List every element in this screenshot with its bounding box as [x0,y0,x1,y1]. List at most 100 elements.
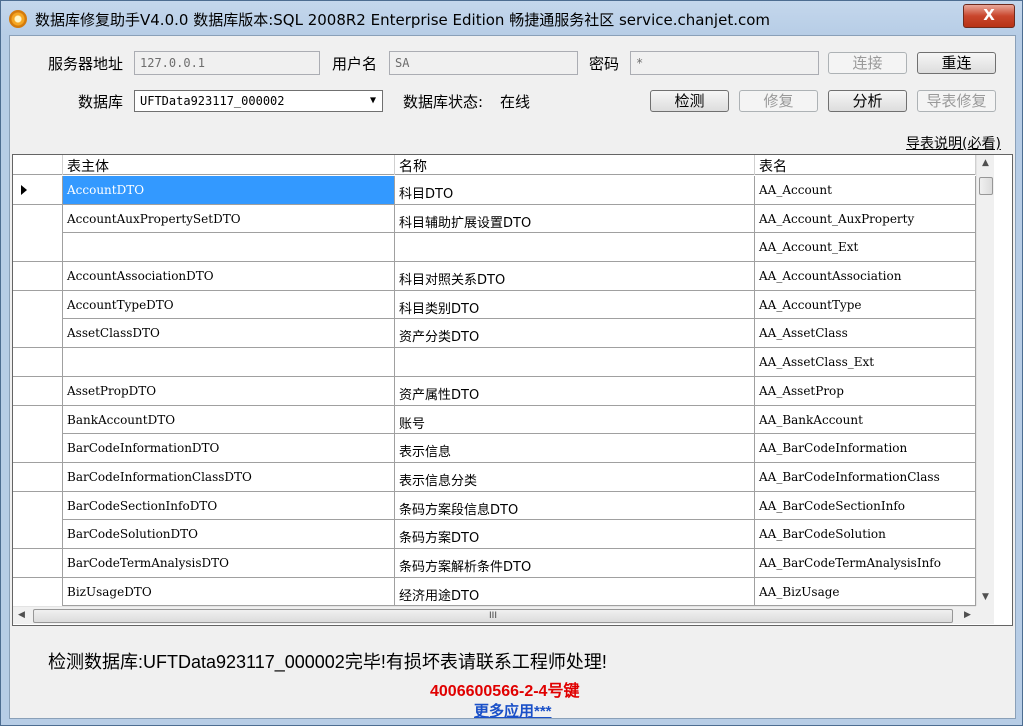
name-cell[interactable]: 条码方案段信息DTO [395,491,755,520]
table-cell[interactable]: AA_BarCodeTermAnalysisInfo [755,548,976,577]
title-bar[interactable]: 数据库修复助手V4.0.0 数据库版本:SQL 2008R2 Enterpris… [1,1,1022,35]
name-cell[interactable]: 科目类别DTO [395,290,755,319]
scroll-down-arrow-icon[interactable]: ▼ [977,589,994,606]
entity-cell[interactable]: BizUsageDTO [63,577,395,606]
table-row[interactable]: AssetClassDTO 资产分类DTO AA_AssetClass [13,319,976,349]
table-cell[interactable]: AA_BarCodeSolution [755,520,976,549]
entity-cell[interactable]: BarCodeSolutionDTO [63,520,395,549]
name-cell[interactable]: 资产属性DTO [395,376,755,405]
row-header[interactable] [13,290,63,319]
grid-header-table[interactable]: 表名 [755,155,976,175]
table-row[interactable]: BankAccountDTO 账号 AA_BankAccount [13,405,976,435]
table-row[interactable]: BizUsageDTO 经济用途DTO AA_BizUsage [13,577,976,606]
grid-header-entity[interactable]: 表主体 [63,155,395,175]
repair-button[interactable]: 修复 [739,90,818,112]
row-header[interactable] [13,204,63,233]
scroll-left-arrow-icon[interactable]: ◀ [13,607,30,624]
close-button[interactable]: X [963,4,1015,28]
import-repair-button[interactable]: 导表修复 [917,90,996,112]
row-header[interactable] [13,577,63,606]
entity-cell[interactable] [63,233,395,262]
row-header[interactable] [13,176,63,204]
horizontal-scroll-thumb[interactable]: III [33,609,953,623]
name-cell[interactable]: 表示信息分类 [395,462,755,491]
name-cell[interactable] [395,233,755,262]
detect-button[interactable]: 检测 [650,90,729,112]
entity-cell[interactable]: AccountAuxPropertySetDTO [63,204,395,233]
entity-cell[interactable]: BankAccountDTO [63,405,395,434]
table-cell[interactable]: AA_AccountAssociation [755,262,976,291]
row-header[interactable] [13,462,63,491]
name-cell[interactable]: 账号 [395,405,755,434]
name-cell[interactable]: 条码方案DTO [395,520,755,549]
table-cell[interactable]: AA_Account_AuxProperty [755,204,976,233]
analyze-button[interactable]: 分析 [828,90,907,112]
horizontal-scrollbar[interactable]: ◀ III ▶ [13,606,976,624]
database-select[interactable]: UFTData923117_000002 ▼ [134,90,383,112]
name-cell[interactable]: 经济用途DTO [395,577,755,606]
row-header[interactable] [13,233,63,262]
more-apps-link[interactable]: 更多应用*** [474,700,552,721]
row-header[interactable] [13,405,63,434]
name-cell[interactable]: 科目DTO [395,176,755,204]
name-cell[interactable]: 表示信息 [395,434,755,463]
row-header[interactable] [13,520,63,549]
vertical-scroll-thumb[interactable] [979,177,993,195]
table-row[interactable]: BarCodeInformationClassDTO 表示信息分类 AA_Bar… [13,462,976,492]
table-row[interactable]: BarCodeTermAnalysisDTO 条码方案解析条件DTO AA_Ba… [13,548,976,578]
table-cell[interactable]: AA_BizUsage [755,577,976,606]
row-header[interactable] [13,319,63,348]
entity-cell[interactable]: AccountDTO [63,176,395,204]
table-cell[interactable]: AA_AssetClass [755,319,976,348]
row-header[interactable] [13,376,63,405]
entity-cell[interactable]: AssetClassDTO [63,319,395,348]
table-cell[interactable]: AA_BarCodeInformationClass [755,462,976,491]
import-help-link[interactable]: 导表说明(必看) [906,133,1001,153]
entity-cell[interactable]: BarCodeTermAnalysisDTO [63,548,395,577]
name-cell[interactable] [395,348,755,377]
password-input[interactable]: * [630,51,819,75]
row-header[interactable] [13,434,63,463]
scroll-right-arrow-icon[interactable]: ▶ [959,607,976,624]
table-cell[interactable]: AA_BarCodeInformation [755,434,976,463]
row-header[interactable] [13,262,63,291]
scroll-up-arrow-icon[interactable]: ▲ [977,155,994,172]
name-cell[interactable]: 科目对照关系DTO [395,262,755,291]
name-cell[interactable]: 条码方案解析条件DTO [395,548,755,577]
vertical-scrollbar[interactable]: ▲ ▼ [976,155,994,606]
row-header[interactable] [13,348,63,377]
username-input[interactable]: SA [389,51,578,75]
grid-header-name[interactable]: 名称 [395,155,755,175]
connect-button[interactable]: 连接 [828,52,907,74]
table-cell[interactable]: AA_BankAccount [755,405,976,434]
table-cell[interactable]: AA_BarCodeSectionInfo [755,491,976,520]
entity-cell[interactable]: AccountTypeDTO [63,290,395,319]
server-address-input[interactable]: 127.0.0.1 [134,51,320,75]
name-cell[interactable]: 科目辅助扩展设置DTO [395,204,755,233]
table-cell[interactable]: AA_AssetProp [755,376,976,405]
row-header[interactable] [13,548,63,577]
table-row[interactable]: AssetPropDTO 资产属性DTO AA_AssetProp [13,376,976,406]
name-cell[interactable]: 资产分类DTO [395,319,755,348]
reconnect-button[interactable]: 重连 [917,52,996,74]
entity-cell[interactable]: BarCodeInformationDTO [63,434,395,463]
table-row[interactable]: BarCodeSectionInfoDTO 条码方案段信息DTO AA_BarC… [13,491,976,521]
table-row[interactable]: AccountTypeDTO 科目类别DTO AA_AccountType [13,290,976,320]
table-row[interactable]: AccountDTO 科目DTO AA_Account [13,176,976,205]
entity-cell[interactable]: BarCodeInformationClassDTO [63,462,395,491]
table-row[interactable]: AA_Account_Ext [13,233,976,263]
table-row[interactable]: BarCodeInformationDTO 表示信息 AA_BarCodeInf… [13,434,976,463]
row-header[interactable] [13,491,63,520]
table-cell[interactable]: AA_AccountType [755,290,976,319]
table-row[interactable]: BarCodeSolutionDTO 条码方案DTO AA_BarCodeSol… [13,520,976,549]
table-cell[interactable]: AA_Account_Ext [755,233,976,262]
table-cell[interactable]: AA_Account [755,176,976,204]
entity-cell[interactable]: AccountAssociationDTO [63,262,395,291]
entity-cell[interactable] [63,348,395,377]
table-cell[interactable]: AA_AssetClass_Ext [755,348,976,377]
entity-cell[interactable]: BarCodeSectionInfoDTO [63,491,395,520]
table-row[interactable]: AccountAuxPropertySetDTO 科目辅助扩展设置DTO AA_… [13,204,976,234]
table-grid[interactable]: 表主体 名称 表名 AccountDTO 科目DTO AA_Account Ac… [12,154,1013,626]
table-row[interactable]: AccountAssociationDTO 科目对照关系DTO AA_Accou… [13,262,976,291]
entity-cell[interactable]: AssetPropDTO [63,376,395,405]
